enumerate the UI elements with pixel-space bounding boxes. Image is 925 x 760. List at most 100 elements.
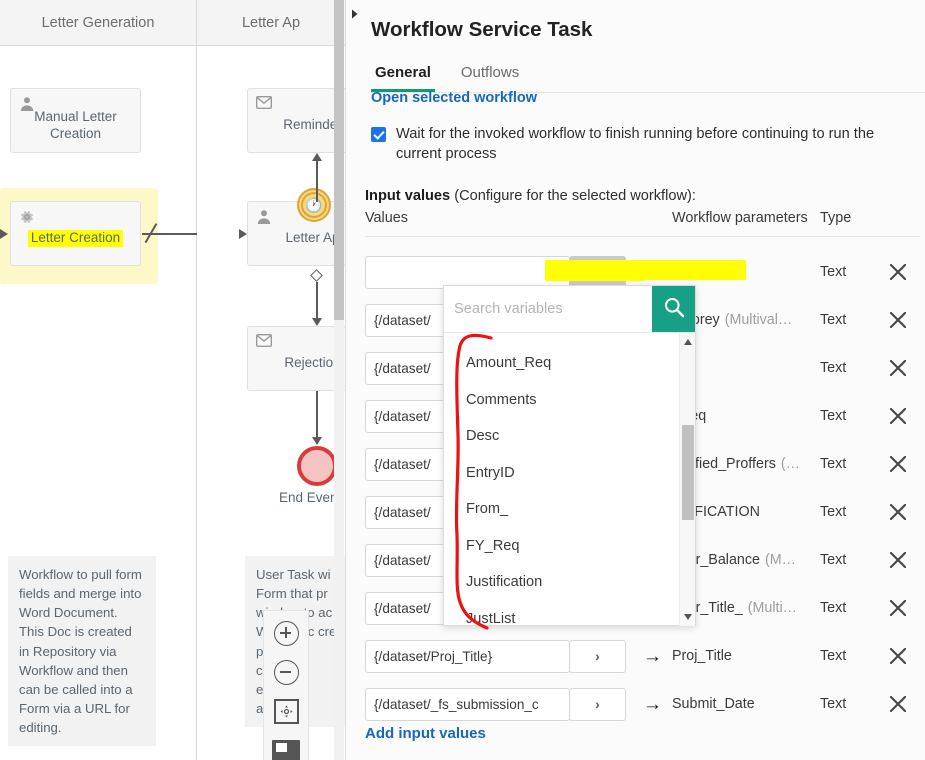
search-button[interactable] [652,286,695,332]
variable-list-item[interactable]: FY_Req [466,528,679,565]
variable-list-item[interactable]: Amount_Req [466,345,679,382]
remove-row-close-icon[interactable] [887,693,909,715]
node-manual-letter-creation[interactable]: Manual Letter Creation [10,88,141,153]
node-letter-approval[interactable]: Letter Ap [247,201,345,266]
collapse-panel-arrow-icon[interactable] [351,9,365,23]
parameter-multivalue-note: (… [781,456,800,472]
search-input[interactable] [444,286,652,332]
timer-clock-icon[interactable]: 🕐 [297,188,331,222]
value-input[interactable] [365,256,570,289]
parameter-type: Text [820,360,846,376]
parameter-label: Submit_Date [672,696,755,712]
variable-picker-dropdown[interactable]: Amount_ReqCommentsDescEntryIDFrom_FY_Req… [443,285,696,626]
marker-highlight-right [641,260,746,280]
flow-arrow-up [312,153,322,161]
caret-down-icon[interactable] [684,614,692,620]
variable-list-item[interactable]: Desc [466,418,679,455]
swimlane-header-letter-generation: Letter Generation [0,0,196,46]
zoom-out-button[interactable] [272,658,300,686]
annotation-left: Workflow to pull form fields and merge i… [8,556,156,746]
variable-list-item[interactable]: EntryID [466,455,679,492]
parameter-label: Proj_Title [672,648,732,664]
page-title: Workflow Service Task [371,18,592,42]
variable-search-row[interactable] [444,286,695,333]
node-label: Letter Ap [285,230,339,246]
open-selected-workflow-link[interactable]: Open selected workflow [371,90,537,106]
canvas-zoom-controls[interactable] [263,610,309,760]
swimlane-body-letter-generation: Manual Letter Creation Letter Creation W… [0,46,196,760]
flow-arrow-into-letter-creation [0,229,8,239]
parameter-type: Text [820,696,846,712]
flow-arrow-down-end [312,437,322,445]
user-icon [19,96,35,112]
minimap-toggle-button[interactable] [272,736,300,760]
mapping-arrow-icon: → [643,695,662,714]
caret-up-icon[interactable] [684,339,692,345]
variable-list-wrapper[interactable]: Amount_ReqCommentsDescEntryIDFrom_FY_Req… [444,333,695,626]
variable-list-scrollbar[interactable] [679,333,695,626]
flow-connector-approval-to-reminder [316,159,318,202]
remove-row-close-icon[interactable] [887,645,909,667]
remove-row-close-icon[interactable] [887,405,909,427]
parameter-type: Text [820,456,846,472]
end-event-label: End Even [279,490,338,505]
wait-for-workflow-row[interactable]: Wait for the invoked workflow to finish … [371,124,916,164]
value-input[interactable]: {/dataset/_fs_submission_с [365,688,570,721]
column-header-type: Type [820,210,851,226]
node-rejection[interactable]: Rejection [247,326,345,391]
parameter-type: Text [820,264,846,280]
flow-connector-rejection-to-end [316,391,318,439]
table-row: {/dataset/_fs_submission_с› → Submit_Date T… [365,680,925,728]
variable-list-scrollbar-thumb[interactable] [682,425,694,520]
tab-general[interactable]: General [371,62,435,92]
add-input-values-link[interactable]: Add input values [365,725,486,742]
variable-list-item[interactable]: From_ [466,491,679,528]
canvas-vertical-scrollbar[interactable] [334,0,344,760]
flow-arrow-down [312,318,322,326]
fit-to-screen-button[interactable] [272,697,300,725]
remove-row-close-icon[interactable] [887,261,909,283]
flow-connector-approval-to-rejection [316,282,318,320]
variable-list-item[interactable]: Comments [466,382,679,419]
node-label: Letter Creation [28,230,123,246]
panel-tabs[interactable]: General Outflows [371,62,925,93]
remove-row-close-icon[interactable] [887,309,909,331]
remove-row-close-icon[interactable] [887,597,909,619]
variable-list[interactable]: Amount_ReqCommentsDescEntryIDFrom_FY_Req… [444,333,679,626]
parameter-type: Text [820,600,846,616]
tab-outflows[interactable]: Outflows [457,62,523,92]
parameter-type: Text [820,312,846,328]
column-header-workflow-parameters: Workflow parameters [672,210,808,226]
remove-row-close-icon[interactable] [887,549,909,571]
parameter-type: Text [820,408,846,424]
parameter-type: Text [820,648,846,664]
column-header-values: Values [365,210,408,226]
magnifier-icon [663,296,685,323]
node-label: Reminder [283,117,342,133]
node-letter-creation[interactable]: Letter Creation [10,201,141,266]
gateway-diamond [310,269,323,282]
gear-icon [19,209,35,225]
variable-list-item[interactable]: JustList [466,601,679,638]
remove-row-close-icon[interactable] [887,501,909,523]
wait-for-workflow-label: Wait for the invoked workflow to finish … [396,124,916,164]
node-label: Rejection [284,355,340,371]
flow-arrow-into-letter-approval [239,229,247,239]
envelope-icon [256,334,272,350]
pick-variable-button[interactable]: › [569,688,626,721]
node-reminder[interactable]: Reminder [247,88,345,153]
pick-variable-button[interactable]: › [569,640,626,673]
remove-row-close-icon[interactable] [887,453,909,475]
parameter-multivalue-note: (Multival… [725,312,793,328]
workflow-canvas[interactable]: Letter Generation Manual Letter Creation… [0,0,345,760]
canvas-scrollbar-thumb[interactable] [334,0,344,320]
value-input[interactable]: {/dataset/Proj_Title} [365,640,570,673]
wait-for-workflow-checkbox[interactable] [371,127,386,142]
remove-row-close-icon[interactable] [887,357,909,379]
node-label: Manual Letter Creation [34,109,117,142]
input-values-heading: Input values (Configure for the selected… [365,188,696,204]
variable-list-item[interactable]: Justification [466,564,679,601]
table-row: {/dataset/Proj_Title}›→Proj_TitleText [365,632,925,680]
zoom-in-button[interactable] [272,619,300,647]
end-event-node[interactable] [297,446,337,486]
